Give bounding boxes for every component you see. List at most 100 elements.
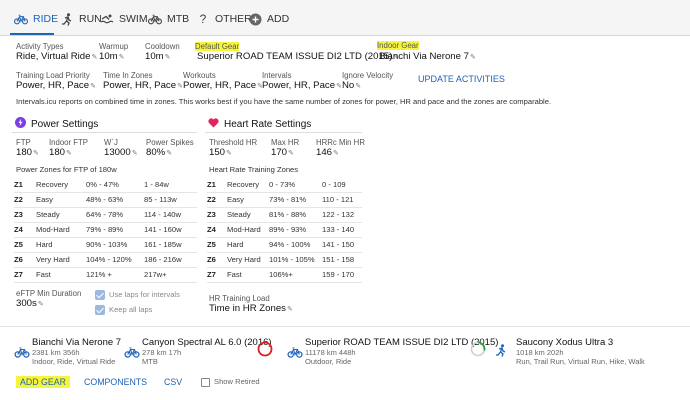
edit-pencil-icon: ✎ xyxy=(286,306,293,313)
hr-zones-title: Heart Rate Training Zones xyxy=(209,165,299,174)
indoor-gear-label-text: Indoor Gear xyxy=(377,41,419,50)
add-gear-button[interactable]: ADD GEAR xyxy=(16,376,70,388)
tab-swim[interactable]: SWIM xyxy=(100,8,148,30)
tab-other[interactable]: ? OTHER xyxy=(196,8,252,30)
edit-pencil-icon: ✎ xyxy=(33,150,39,157)
table-row: Z5 Hard 94% - 100% 141 - 150 xyxy=(207,237,362,253)
zone-name: Steady xyxy=(227,207,269,223)
workouts-field[interactable]: Power, HR, Pace✎ xyxy=(183,80,263,91)
zone-name: Easy xyxy=(227,192,269,208)
table-row: Z2 Easy 73% - 81% 110 - 121 xyxy=(207,192,362,208)
eftp-min-duration-value: 300s xyxy=(16,298,37,309)
zone-name: Recovery xyxy=(227,177,269,193)
zone-percent: 64% - 78% xyxy=(86,207,144,223)
indoor-gear-value: Bianchi Via Nerone 7 xyxy=(379,51,469,62)
threshold-hr-label: Threshold HR xyxy=(209,138,258,147)
training-load-priority-field[interactable]: Power, HR, Pace✎ xyxy=(16,80,96,91)
hr-training-load-value: Time in HR Zones xyxy=(209,303,286,314)
update-activities-button[interactable]: UPDATE ACTIVITIES xyxy=(418,74,505,84)
section-divider xyxy=(0,326,690,327)
tab-add[interactable]: ADD xyxy=(248,8,289,30)
zone-bpm: 151 - 158 xyxy=(322,252,362,268)
max-hr-field[interactable]: 170✎ xyxy=(271,147,294,158)
zone-watts: 161 - 185w xyxy=(144,237,197,253)
checkbox-unchecked-icon xyxy=(201,377,210,387)
ftp-value: 180 xyxy=(16,147,33,158)
tab-add-label: ADD xyxy=(267,13,290,25)
time-in-zones-field[interactable]: Power, HR, Pace✎ xyxy=(103,80,183,91)
use-laps-checkbox[interactable]: Use laps for intervals xyxy=(95,290,180,300)
hrrc-min-hr-label: HRRc Min HR xyxy=(316,138,365,147)
zone-name: Hard xyxy=(36,237,86,253)
ignore-velocity-value: No xyxy=(342,80,355,91)
ignore-velocity-field[interactable]: No✎ xyxy=(342,80,361,91)
tab-ride[interactable]: RIDE xyxy=(14,8,58,30)
intervals-field[interactable]: Power, HR, Pace✎ xyxy=(262,80,342,91)
zone-id: Z7 xyxy=(207,267,227,283)
power-spikes-label: Power Spikes xyxy=(146,138,194,147)
table-row: Z1 Recovery 0% - 47% 1 - 84w xyxy=(14,177,197,193)
bike-icon xyxy=(287,345,303,363)
table-row: Z3 Steady 81% - 88% 122 - 132 xyxy=(207,207,362,223)
hr-zones-table: Z1 Recovery 0 - 73% 0 - 109 Z2 Easy 73% - 81%… xyxy=(207,177,362,283)
use-laps-label: Use laps for intervals xyxy=(109,290,180,299)
table-row: Z7 Fast 106%+ 159 - 170 xyxy=(207,267,362,283)
hr-training-load-field[interactable]: Time in HR Zones✎ xyxy=(209,303,293,314)
zone-percent: 79% - 89% xyxy=(86,222,144,238)
zone-name: Fast xyxy=(36,267,86,283)
power-settings-title-text: Power Settings xyxy=(31,118,99,130)
zone-bpm: 159 - 170 xyxy=(322,267,362,283)
power-spikes-field[interactable]: 80%✎ xyxy=(146,147,172,158)
show-retired-checkbox[interactable]: Show Retired xyxy=(201,377,260,387)
indoor-ftp-field[interactable]: 180✎ xyxy=(49,147,72,158)
keep-laps-checkbox[interactable]: Keep all laps xyxy=(95,305,152,315)
table-row: Z6 Very Hard 104% - 120% 186 - 216w xyxy=(14,252,197,268)
table-row: Z3 Steady 64% - 78% 114 - 140w xyxy=(14,207,197,223)
zone-watts: 85 - 113w xyxy=(144,192,197,208)
activity-types-label: Activity Types xyxy=(16,42,64,51)
activity-types-value: Ride, Virtual Ride xyxy=(16,51,91,62)
tab-mtb[interactable]: MTB xyxy=(148,8,189,30)
zone-name: Easy xyxy=(36,192,86,208)
zone-id: Z3 xyxy=(14,207,36,223)
ftp-field[interactable]: 180✎ xyxy=(16,147,39,158)
table-row: Z6 Very Hard 101% - 105% 151 - 158 xyxy=(207,252,362,268)
wear-indicator-ring-icon xyxy=(470,341,486,362)
run-icon xyxy=(495,344,507,362)
eftp-min-duration-field[interactable]: 300s✎ xyxy=(16,298,44,309)
warmup-field[interactable]: 10m✎ xyxy=(99,51,125,62)
zone-watts: 114 - 140w xyxy=(144,207,197,223)
sport-tab-bar: RIDE RUN SWIM MTB ? OTHER ADD xyxy=(0,0,690,36)
components-button[interactable]: COMPONENTS xyxy=(84,377,147,387)
eftp-min-duration-label: eFTP Min Duration xyxy=(16,289,82,298)
indoor-gear-label: Indoor Gear xyxy=(377,41,419,50)
edit-pencil-icon: ✎ xyxy=(131,150,138,157)
table-row: Z4 Mod-Hard 79% - 89% 141 - 160w xyxy=(14,222,197,238)
gear-name: Bianchi Via Nerone 7 xyxy=(32,337,122,348)
zone-percent: 89% - 93% xyxy=(269,222,322,238)
threshold-hr-field[interactable]: 150✎ xyxy=(209,147,232,158)
table-row: Z2 Easy 48% - 63% 85 - 113w xyxy=(14,192,197,208)
zone-bpm: 122 - 132 xyxy=(322,207,362,223)
zone-name: Very Hard xyxy=(227,252,269,268)
default-gear-field[interactable]: Superior ROAD TEAM ISSUE DI2 LTD (2015)✎ xyxy=(197,51,399,62)
indoor-gear-field[interactable]: Bianchi Via Nerone 7✎ xyxy=(379,51,476,62)
tab-run-label: RUN xyxy=(79,13,102,25)
cooldown-field[interactable]: 10m✎ xyxy=(145,51,171,62)
zone-watts: 1 - 84w xyxy=(144,177,197,193)
zone-name: Very Hard xyxy=(36,252,86,268)
zone-id: Z4 xyxy=(207,222,227,238)
zone-name: Recovery xyxy=(36,177,86,193)
tab-other-label: OTHER xyxy=(215,13,252,25)
tab-run[interactable]: RUN xyxy=(60,8,102,30)
default-gear-label-text: Default Gear xyxy=(195,42,240,51)
zone-percent: 104% - 120% xyxy=(86,252,144,268)
checkbox-checked-icon xyxy=(95,290,105,300)
warmup-label: Warmup xyxy=(99,42,129,51)
wj-field[interactable]: 13000✎ xyxy=(104,147,138,158)
default-gear-value: Superior ROAD TEAM ISSUE DI2 LTD (2015) xyxy=(197,51,393,62)
workouts-label: Workouts xyxy=(183,71,216,80)
csv-button[interactable]: CSV xyxy=(164,377,182,387)
hrrc-min-hr-field[interactable]: 146✎ xyxy=(316,147,339,158)
activity-types-field[interactable]: Ride, Virtual Ride✎ xyxy=(16,51,97,62)
